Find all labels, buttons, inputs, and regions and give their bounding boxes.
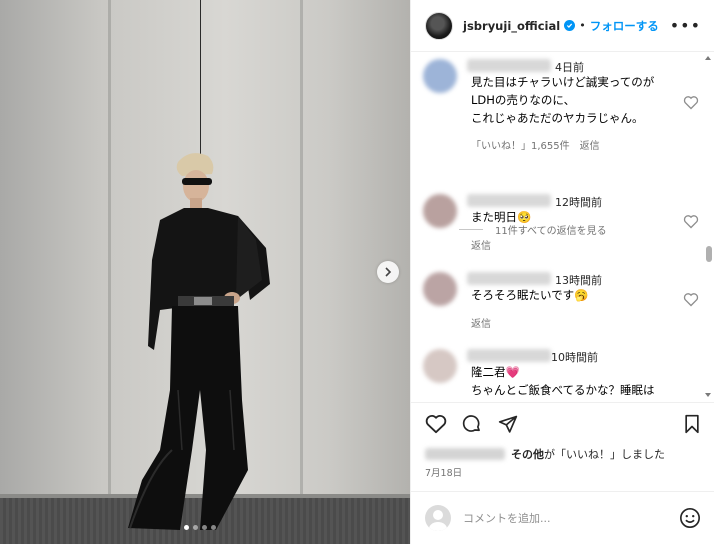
comment-meta: 返信 (471, 237, 491, 252)
add-comment-bar: コメントを追加... (425, 503, 701, 533)
commenter-avatar[interactable] (423, 272, 457, 306)
comment-text: 隆二君💗 ちゃんとご飯食べてるかな？睡眠は (471, 363, 655, 399)
commenter-avatar[interactable] (423, 194, 457, 228)
share-send-icon[interactable] (497, 414, 519, 434)
add-comment-input[interactable]: コメントを追加... (463, 510, 551, 526)
carousel-dot (184, 525, 189, 530)
author-username[interactable]: jsbryuji_official (463, 19, 560, 33)
wall-cord (200, 0, 201, 170)
comment-line: また明日🥺 (471, 210, 532, 224)
comment-line: LDHの売りなのに、 (471, 93, 576, 107)
comment-bubble-icon[interactable] (461, 414, 483, 434)
likes-others[interactable]: その他 (511, 446, 544, 462)
comment-meta: 「いいね！」1,655件 返信 (471, 137, 600, 152)
current-user-avatar (425, 505, 451, 531)
save-bookmark-icon[interactable] (683, 414, 701, 434)
wall-seam (300, 0, 303, 498)
replies-line (459, 229, 483, 230)
comment-line: 隆二君💗 (471, 365, 520, 379)
post-actions (425, 414, 701, 440)
liker-name-blurred (425, 448, 505, 460)
wall-seam (108, 0, 111, 498)
author-avatar[interactable] (425, 11, 453, 40)
comments-list[interactable]: 4日前 見た目はチャラいけど誠実ってのが LDHの売りなのに、 これじゃあただの… (411, 53, 714, 401)
reply-button[interactable]: 返信 (471, 315, 491, 330)
scroll-up-arrow[interactable] (705, 56, 711, 60)
commenter-name-blurred (467, 272, 551, 285)
carousel-dot (202, 525, 207, 530)
verified-badge-icon (564, 20, 576, 31)
post-side-panel: jsbryuji_official • フォローする ••• 4日前 見た目はチ… (410, 0, 714, 544)
comment-time: 12時間前 (555, 196, 602, 209)
emoji-icon[interactable] (679, 507, 701, 529)
commenter-avatar[interactable] (423, 59, 457, 93)
carousel-dot (193, 525, 198, 530)
comment-line: ちゃんとご飯食べてるかな？睡眠は (471, 383, 655, 397)
commenter-name-blurred (467, 194, 551, 207)
reply-button[interactable]: 返信 (471, 237, 491, 252)
next-slide-button[interactable] (377, 261, 399, 283)
carousel-dot (211, 525, 216, 530)
comment-text: そろそろ眠たいです🥱 (471, 286, 588, 304)
comment-line: 見た目はチャラいけど誠実ってのが (471, 75, 655, 89)
heart-icon[interactable] (683, 214, 699, 229)
reply-button[interactable]: 返信 (580, 137, 600, 152)
comments-scrollbar[interactable] (706, 246, 712, 262)
comment-text: 見た目はチャラいけど誠実ってのが LDHの売りなのに、 これじゃあただのヤカラじ… (471, 73, 654, 127)
comment-likes[interactable]: 「いいね！」1,655件 (471, 137, 570, 152)
post-header: jsbryuji_official • フォローする ••• (411, 0, 714, 52)
more-options-button[interactable]: ••• (670, 16, 701, 35)
comment-line: そろそろ眠たいです🥱 (471, 288, 589, 302)
comment-line: これじゃあただのヤカラじゃん。 (471, 111, 644, 125)
carousel-dots (184, 525, 216, 530)
post-date: 7月18日 (425, 468, 463, 479)
follow-button[interactable]: フォローする (590, 18, 659, 34)
like-heart-icon[interactable] (425, 414, 447, 434)
comment-text: また明日🥺 (471, 208, 531, 226)
chevron-right-icon (385, 267, 392, 277)
heart-icon[interactable] (683, 292, 699, 307)
likes-summary[interactable]: その他 が「いいね！」しました (425, 446, 665, 462)
person-figure (128, 153, 270, 530)
likes-text: が「いいね！」しました (544, 448, 665, 461)
divider (411, 491, 714, 492)
divider (411, 402, 714, 403)
comment-meta: 返信 (471, 315, 491, 330)
post-photo[interactable] (0, 0, 410, 544)
separator-dot: • (579, 19, 586, 32)
commenter-name-blurred (467, 59, 551, 72)
commenter-name-blurred (467, 349, 551, 362)
heart-icon[interactable] (683, 95, 699, 110)
scroll-down-arrow[interactable] (705, 393, 711, 397)
commenter-avatar[interactable] (423, 349, 457, 383)
